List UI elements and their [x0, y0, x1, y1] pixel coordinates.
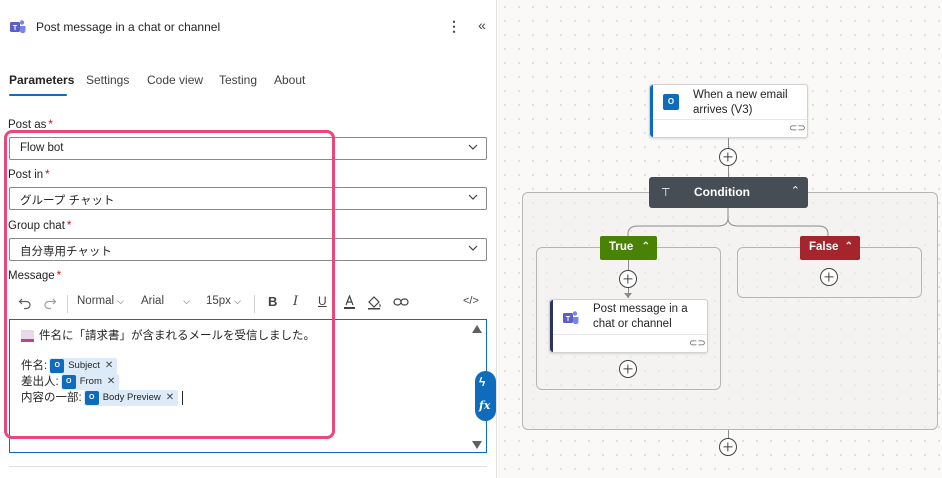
chevron-down-icon: ⌵: [234, 296, 241, 306]
link-icon[interactable]: [393, 297, 409, 307]
add-step-icon[interactable]: [719, 148, 737, 166]
code-view-icon[interactable]: </>: [463, 295, 479, 307]
underline-icon[interactable]: U: [318, 294, 327, 308]
trigger-label: When a new email arrives (V3): [693, 89, 788, 116]
outlook-icon: O: [663, 94, 679, 110]
condition-icon: ⊤: [661, 187, 671, 199]
chevron-up-icon[interactable]: ⌃: [642, 241, 650, 252]
message-label: Message *: [8, 270, 62, 282]
editor-line-2: 件名: O Subject ✕: [21, 357, 118, 374]
italic-icon[interactable]: I: [293, 294, 298, 309]
chevron-down-icon: [468, 245, 478, 251]
link-icon: ⊂⊃: [789, 123, 806, 134]
false-branch-badge[interactable]: False ⌃: [800, 236, 860, 260]
remove-token-icon[interactable]: ✕: [166, 392, 174, 403]
post-as-label: Post as *: [8, 119, 53, 131]
undo-icon[interactable]: [18, 296, 32, 310]
editor-line-3: 差出人: O From ✕: [21, 373, 120, 390]
highlight-color-icon[interactable]: [367, 295, 382, 310]
add-step-icon[interactable]: [619, 360, 637, 378]
action-card[interactable]: T Post message in a chat or channel ⊂⊃: [549, 299, 708, 353]
chevron-up-icon[interactable]: ⌃: [845, 241, 853, 252]
chevron-down-icon: [468, 194, 478, 200]
chevron-down-icon: ⌵: [117, 296, 125, 306]
post-as-value: Flow bot: [20, 142, 64, 154]
arrow-down-icon: [624, 293, 632, 298]
outlook-icon: O: [50, 358, 65, 373]
scroll-down-arrow[interactable]: [472, 441, 482, 449]
post-in-label: Post in *: [8, 169, 50, 181]
tab-settings[interactable]: Settings: [86, 72, 129, 98]
divider: [9, 466, 487, 467]
action-label: Post message in a chat or channel: [593, 303, 688, 330]
condition-label: Condition: [694, 185, 750, 199]
group-chat-label: Group chat *: [8, 220, 72, 232]
active-tab-indicator: [9, 94, 67, 96]
redo-icon[interactable]: [43, 296, 57, 310]
true-branch-badge[interactable]: True ⌃: [600, 236, 657, 260]
panel-title: Post message in a chat or channel: [36, 20, 221, 34]
condition-card[interactable]: ⊤ Condition ⌃: [649, 177, 808, 208]
post-as-dropdown[interactable]: Flow bot: [9, 137, 487, 160]
toolbar-divider: [67, 295, 68, 313]
card-footer: ⊂⊃: [553, 334, 707, 352]
post-in-dropdown[interactable]: グループ チャット: [9, 187, 487, 210]
expression-fx-icon[interactable]: fx: [479, 399, 490, 412]
bold-icon[interactable]: B: [268, 294, 277, 309]
outlook-icon: O: [61, 374, 76, 389]
svg-text:T: T: [566, 316, 571, 323]
font-family-select[interactable]: Arial ⌵: [141, 295, 190, 307]
subject-token[interactable]: O Subject ✕: [49, 357, 118, 374]
properties-panel: T Post message in a chat or channel ⋮ « …: [0, 0, 497, 478]
card-footer: ⊂⊃: [653, 119, 807, 137]
editor-line-4: 内容の一部: O Body Preview ✕: [21, 389, 184, 406]
group-chat-value: 自分専用チャット: [20, 246, 112, 258]
message-editor[interactable]: 件名に「請求書」が含まれるメールを受信しました。 件名: O Subject ✕ 差出…: [9, 319, 487, 453]
remove-token-icon[interactable]: ✕: [107, 376, 115, 387]
flow-canvas[interactable]: O When a new email arrives (V3) ⊂⊃ ⊤ Con…: [498, 0, 942, 478]
trigger-card[interactable]: O When a new email arrives (V3) ⊂⊃: [649, 84, 808, 138]
editor-line-1: 件名に「請求書」が含まれるメールを受信しました。: [21, 327, 315, 343]
scroll-up-arrow[interactable]: [472, 325, 482, 333]
add-step-icon[interactable]: [719, 438, 737, 456]
from-token[interactable]: O From ✕: [60, 373, 120, 390]
link-icon: ⊂⊃: [689, 338, 706, 349]
post-in-value: グループ チャット: [20, 195, 115, 207]
add-step-icon[interactable]: [820, 268, 838, 286]
chevron-down-icon: [468, 144, 478, 150]
body-preview-token[interactable]: O Body Preview ✕: [83, 389, 179, 406]
chevron-down-icon: ⌵: [183, 296, 191, 306]
group-chat-dropdown[interactable]: 自分専用チャット: [9, 238, 487, 261]
teams-icon: T: [563, 311, 579, 325]
outlook-icon: O: [84, 390, 99, 405]
font-color-icon[interactable]: [343, 295, 356, 310]
tab-code-view[interactable]: Code view: [147, 72, 203, 98]
double-chevron-left-icon[interactable]: «: [475, 16, 489, 34]
toolbar-divider: [254, 295, 255, 313]
rich-text-toolbar: Normal ⌵ Arial ⌵ 15px ⌵ B I U </>: [9, 289, 487, 319]
remove-token-icon[interactable]: ✕: [105, 360, 113, 371]
chevron-up-icon[interactable]: ⌃: [791, 184, 800, 197]
font-size-select[interactable]: 15px ⌵: [206, 295, 241, 307]
svg-text:T: T: [13, 25, 18, 32]
dynamic-content-buttons: ϟ fx: [475, 371, 496, 421]
more-vertical-icon[interactable]: ⋮: [447, 17, 461, 35]
panel-header: T Post message in a chat or channel ⋮ «: [0, 0, 497, 52]
inbox-tray-icon: [21, 329, 34, 342]
dynamic-content-icon[interactable]: ϟ: [479, 375, 485, 389]
tab-about[interactable]: About: [274, 72, 305, 98]
paragraph-style-select[interactable]: Normal ⌵: [77, 295, 124, 307]
text-cursor: [182, 390, 184, 405]
branch-connectors: [627, 208, 829, 238]
tab-testing[interactable]: Testing: [219, 72, 257, 98]
add-step-icon[interactable]: [619, 270, 637, 288]
teams-icon: T: [10, 20, 26, 34]
